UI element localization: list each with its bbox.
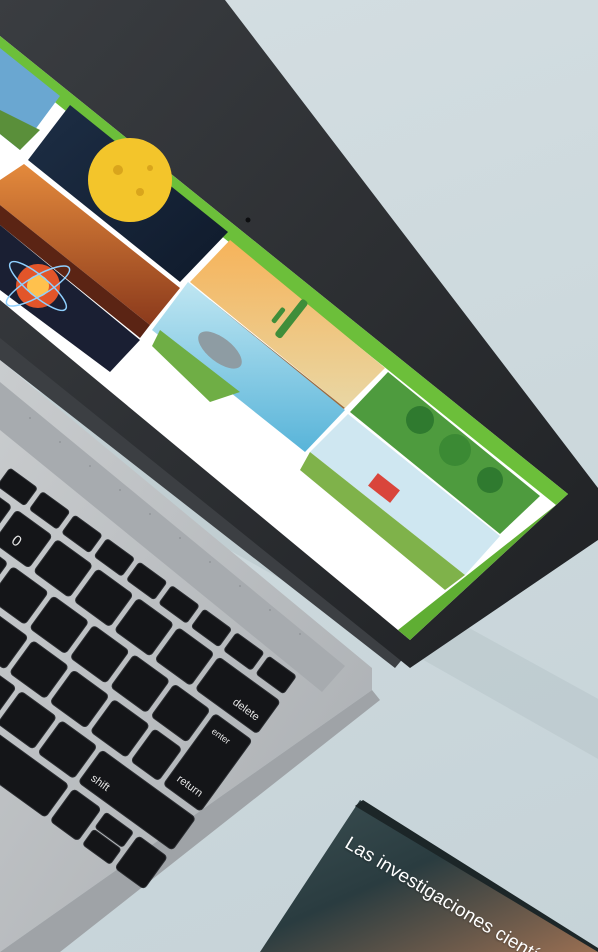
book-cover (260, 800, 598, 952)
webcam (245, 217, 251, 223)
photo-scene: delete return enter shift alt option K L… (0, 0, 598, 952)
laptop-illustration: delete return enter shift alt option K L… (0, 0, 598, 952)
